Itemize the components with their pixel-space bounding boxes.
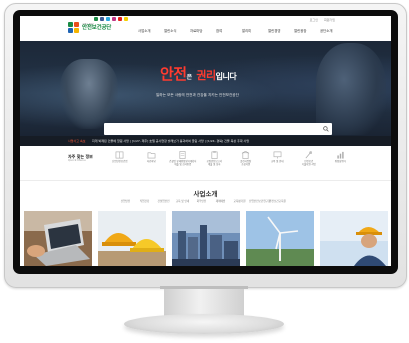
instagram-icon[interactable] [112,17,116,21]
folder-icon [147,152,156,159]
laptop-photo [24,211,92,266]
hero-title-part: 안전 [160,65,187,83]
business-tab[interactable]: 안전보건교육원 [268,199,287,203]
quick-item-label: 산업안전보건법 [112,160,128,163]
quick-item[interactable]: 위험성평가 [325,151,357,167]
nav-item[interactable]: 자료마당 [190,28,216,33]
notice-text[interactable]: 지게 박제된 인물에 깔림 사망 | [1/27, 제주] 호텔 공사현장 슬래… [92,139,249,143]
nav-item[interactable]: 열린경영 [268,28,294,33]
worker-photo-right [316,43,386,135]
laptop-photo-card[interactable] [24,211,92,266]
nav-item[interactable]: 공단소개 [320,28,346,33]
business-tab[interactable]: 재해예방 [211,199,230,203]
quick-item[interactable]: 클린사업장 조성지원 [230,151,262,167]
search-button[interactable] [320,123,332,135]
quick-item-label: 건설업 유해위험방지계획서 제출 및 심사방법 [169,160,197,166]
search-input[interactable] [104,123,318,135]
business-tab[interactable]: 교육 및 안내 [173,199,192,203]
quick-item-label: 클린사업장 조성지원 [240,160,252,166]
hero-banner: 안전은 권리입니다 일하는 모든 사람의 안전과 건강을 지키는 안전보건공단 [20,41,391,136]
hero-title-part: 권리 [196,69,216,82]
quick-item-label: 자료마당 [146,160,156,163]
login-link[interactable]: 로그인 [310,18,318,22]
worker-photo [320,211,388,266]
hero-subtitle: 일하는 모든 사람의 안전과 건강을 지키는 안전보건공단 [156,93,239,97]
nav-item[interactable]: 사업소개 [138,28,164,33]
quick-item[interactable]: 교육 및 안내 [262,151,294,167]
quick-item[interactable]: 건설업 유해위험방지계획서 제출 및 심사방법 [167,151,199,167]
worker-photo-card[interactable] [320,211,388,266]
blog-icon[interactable] [94,17,98,21]
youtube-icon[interactable] [118,17,122,21]
twitter-icon[interactable] [106,17,110,21]
join-link[interactable]: 회원가입 [324,18,335,22]
quick-item-label: 안전보건 기술지원 사업 [301,160,316,166]
book-icon [115,151,124,159]
business-tabs: 산업안전 직업건강 건설업안전 교육 및 안내 화학안전 재해예방 교육평가원 … [116,199,287,203]
business-tab[interactable]: 화학안전 [192,199,211,203]
search-box [104,123,332,135]
building-icon [242,151,250,159]
notice-label: 사망사고 속보 [68,139,86,143]
quick-menu-title: 자주 찾는 정보 Quick Menu [68,154,93,163]
wind-turbine-photo-card[interactable] [246,211,314,266]
wind-turbine-photo [246,211,314,266]
city-photo [172,211,240,266]
kakao-icon[interactable] [124,17,128,21]
quick-menu-subheading: Quick Menu [68,158,86,163]
hero-title: 안전은 권리입니다 [160,63,237,84]
quick-menu: 자주 찾는 정보 Quick Menu 산업안전보건법 자료마당 건설업 유해위… [20,146,391,181]
nav-item[interactable]: 참여 [216,28,242,33]
business-cards [24,211,390,266]
util-links: 로그인 회원가입 [310,18,335,22]
business-tab[interactable]: 산업안전보건연구원 [249,199,270,203]
business-tab[interactable]: 직업건강 [135,199,154,203]
hard-hats-photo-card[interactable] [98,211,166,266]
business-tab[interactable]: 교육평가원 [230,199,249,203]
monitor-frame: 고용노동부 안전보건공단 로그인 회원가입 사업소개 열린소식 자료마당 참여 … [4,3,407,288]
clipboard-icon [211,151,218,159]
quick-item[interactable]: 자료마당 [136,151,168,167]
nav-item[interactable]: 열린소식 [164,28,190,33]
monitor-stand-base [124,314,284,334]
facebook-icon[interactable] [100,17,104,21]
hard-hats-photo [98,211,166,266]
city-photo-card[interactable] [172,211,240,266]
nav-item[interactable]: 알리미 [242,28,268,33]
quick-item[interactable]: 공정안전보고서 제출 및 심사 [199,151,231,167]
monitor-neck [160,286,248,316]
screen: 고용노동부 안전보건공단 로그인 회원가입 사업소개 열린소식 자료마당 참여 … [20,16,391,266]
business-section-title: 사업소개 [193,190,218,198]
quick-item[interactable]: 안전보건 기술지원 사업 [293,151,325,167]
chart-icon [337,151,344,159]
hero-title-part: 입니다 [215,72,237,81]
document-icon [179,151,186,159]
business-tab[interactable]: 산업안전 [116,199,135,203]
logo-mark-icon [68,22,79,33]
search-icon [323,126,329,132]
quick-item-label: 위험성평가 [334,160,346,163]
worker-photo-left [60,59,118,129]
site-header: 고용노동부 안전보건공단 로그인 회원가입 사업소개 열린소식 자료마당 참여 … [20,16,391,41]
monitor-icon [273,151,282,159]
tools-icon [305,151,313,159]
sns-links [94,17,128,21]
business-tab[interactable]: 건설업안전 [154,199,173,203]
quick-item[interactable]: 산업안전보건법 [104,151,136,167]
site-logo[interactable]: 고용노동부 안전보건공단 [68,22,111,33]
nav-item[interactable]: 열린광장 [294,28,320,33]
quick-item-label: 교육 및 안내 [270,160,284,163]
hero-title-part: 은 [186,74,193,81]
quick-item-label: 공정안전보고서 제출 및 심사 [206,160,222,166]
logo-name: 안전보건공단 [82,25,112,31]
accident-notice-bar: 사망사고 속보 지게 박제된 인물에 깔림 사망 | [1/27, 제주] 호텔… [20,136,391,146]
main-nav: 사업소개 열린소식 자료마당 참여 알리미 열린경영 열린광장 공단소개 [138,28,346,33]
